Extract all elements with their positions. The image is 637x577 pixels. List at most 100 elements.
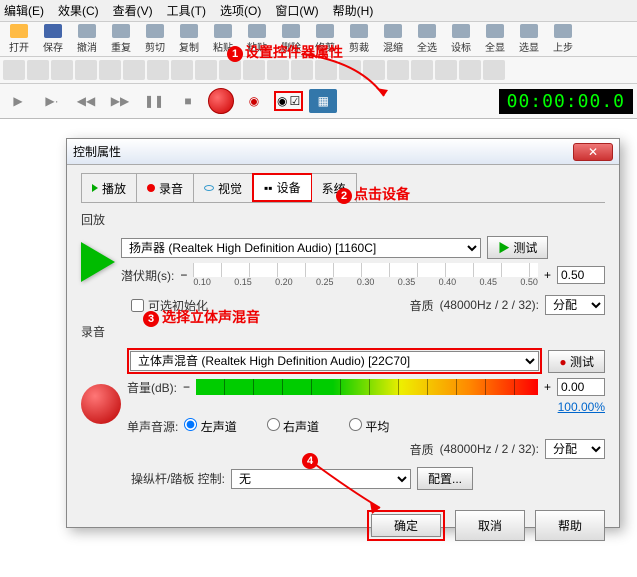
prevstep-button[interactable]: 上步 xyxy=(546,24,580,54)
volume-input[interactable] xyxy=(557,378,605,396)
dialog-title: 控制属性 xyxy=(73,143,573,160)
rewind-icon[interactable]: ◀◀ xyxy=(72,89,100,113)
joystick-config-button[interactable]: 配置... xyxy=(417,467,473,490)
volume-meter[interactable] xyxy=(196,379,538,395)
tab-visual[interactable]: 视觉 xyxy=(193,173,253,202)
crop-button[interactable]: 剪裁 xyxy=(342,24,376,54)
tool-icon[interactable] xyxy=(243,60,265,80)
play-sel-icon[interactable]: ▶· xyxy=(38,89,66,113)
tool-icon[interactable] xyxy=(267,60,289,80)
redo-button[interactable]: 重复 xyxy=(104,24,138,54)
menu-window[interactable]: 窗口(W) xyxy=(275,2,318,19)
tool-icon[interactable] xyxy=(411,60,433,80)
playback-alloc-select[interactable]: 分配 xyxy=(545,295,605,315)
playback-device-select[interactable]: 扬声器 (Realtek High Definition Audio) [116… xyxy=(121,238,481,258)
showall-button[interactable]: 全显 xyxy=(478,24,512,54)
callout-1: 1 xyxy=(227,46,243,62)
menu-options[interactable]: 选项(O) xyxy=(220,2,261,19)
dialog-titlebar[interactable]: 控制属性 ✕ xyxy=(67,139,619,165)
avg-channel-radio[interactable]: 平均 xyxy=(349,418,389,435)
tool-icon[interactable] xyxy=(123,60,145,80)
playback-section-label: 回放 xyxy=(81,211,605,228)
minus-icon[interactable]: − xyxy=(183,380,190,394)
stop-icon[interactable]: ■ xyxy=(174,89,202,113)
callout-2-text: 点击设备 xyxy=(354,184,410,204)
menu-tools[interactable]: 工具(T) xyxy=(167,2,206,19)
playback-quality-label: 音质 xyxy=(410,297,434,314)
latency-slider[interactable] xyxy=(193,263,538,277)
playback-quality-value: (48000Hz / 2 / 32): xyxy=(440,298,539,312)
help-button[interactable]: 帮助 xyxy=(535,510,605,541)
tab-play[interactable]: 播放 xyxy=(81,173,137,202)
check-icon: ☑ xyxy=(289,94,300,108)
record-quality-label: 音质 xyxy=(410,441,434,458)
cancel-button[interactable]: 取消 xyxy=(455,510,525,541)
volume-label: 音量(dB): xyxy=(127,379,177,396)
minus-icon[interactable]: − xyxy=(180,268,187,282)
menu-view[interactable]: 查看(V) xyxy=(113,2,153,19)
record-alt-icon[interactable]: ◉ xyxy=(240,89,268,113)
record-section-label: 录音 xyxy=(81,323,605,340)
record-test-button[interactable]: ● 测试 xyxy=(548,350,605,373)
marker-button[interactable]: 设标 xyxy=(444,24,478,54)
forward-icon[interactable]: ▶▶ xyxy=(106,89,134,113)
mono-source-label: 单声音源: xyxy=(127,418,178,435)
eye-icon xyxy=(204,185,214,191)
timecode-display: 00:00:00.0 xyxy=(499,89,633,114)
radio-icon: ◉ xyxy=(277,94,287,108)
tool-icon[interactable] xyxy=(171,60,193,80)
plus-icon[interactable]: + xyxy=(544,380,551,394)
play-triangle-icon xyxy=(81,242,115,282)
tool-icon[interactable] xyxy=(483,60,505,80)
tool-icon[interactable] xyxy=(195,60,217,80)
callout-4: 4 xyxy=(302,453,318,469)
tool-icon[interactable] xyxy=(147,60,169,80)
playback-test-button[interactable]: ▶ 测试 xyxy=(487,236,548,259)
save-button[interactable]: 保存 xyxy=(36,24,70,54)
control-properties-button[interactable]: ◉ ☑ xyxy=(274,91,303,111)
close-button[interactable]: ✕ xyxy=(573,143,613,161)
play-icon[interactable]: ▶ xyxy=(4,89,32,113)
latency-input[interactable] xyxy=(557,266,605,284)
mix-button[interactable]: 混缩 xyxy=(376,24,410,54)
left-channel-radio[interactable]: 左声道 xyxy=(184,418,236,435)
plus-icon[interactable]: + xyxy=(544,268,551,282)
tool-icon[interactable] xyxy=(459,60,481,80)
record-quality-value: (48000Hz / 2 / 32): xyxy=(440,442,539,456)
callout-1-text: 设置控件器属性 xyxy=(245,42,343,62)
record-device-select[interactable]: 立体声混音 (Realtek High Definition Audio) [2… xyxy=(130,351,539,371)
copy-button[interactable]: 复制 xyxy=(172,24,206,54)
menu-effect[interactable]: 效果(C) xyxy=(58,2,99,19)
tool-icon[interactable] xyxy=(435,60,457,80)
tool-icon[interactable] xyxy=(219,60,241,80)
tool-icon[interactable] xyxy=(27,60,49,80)
record-sphere-icon xyxy=(81,384,121,424)
pause-icon[interactable]: ❚❚ xyxy=(140,89,168,113)
callout-3-text: 选择立体声混音 xyxy=(162,307,260,327)
joystick-label: 操纵杆/踏板 控制: xyxy=(131,470,225,487)
tool-icon[interactable] xyxy=(3,60,25,80)
record-alloc-select[interactable]: 分配 xyxy=(545,439,605,459)
undo-button[interactable]: 撤消 xyxy=(70,24,104,54)
tool-icon[interactable] xyxy=(99,60,121,80)
open-button[interactable]: 打开 xyxy=(2,24,36,54)
record-dot-icon xyxy=(147,184,155,192)
latency-label: 潜伏期(s): xyxy=(121,267,174,284)
menu-edit[interactable]: 编辑(E) xyxy=(4,2,44,19)
optional-init-checkbox[interactable] xyxy=(131,299,144,312)
volume-percent-link[interactable]: 100.00% xyxy=(558,400,605,414)
tool-icon[interactable] xyxy=(51,60,73,80)
showsel-button[interactable]: 选显 xyxy=(512,24,546,54)
menu-help[interactable]: 帮助(H) xyxy=(333,2,374,19)
tool-icon[interactable] xyxy=(75,60,97,80)
record-button[interactable] xyxy=(208,88,234,114)
callout-3: 3 xyxy=(143,311,159,327)
cut-button[interactable]: 剪切 xyxy=(138,24,172,54)
selectall-button[interactable]: 全选 xyxy=(410,24,444,54)
right-channel-radio[interactable]: 右声道 xyxy=(267,418,319,435)
device-icon: ▪▪ xyxy=(264,181,273,195)
tab-device[interactable]: ▪▪设备 xyxy=(252,173,313,202)
menu-bar: 编辑(E) 效果(C) 查看(V) 工具(T) 选项(O) 窗口(W) 帮助(H… xyxy=(0,0,637,22)
tab-record[interactable]: 录音 xyxy=(136,173,194,202)
play-icon xyxy=(92,184,98,192)
